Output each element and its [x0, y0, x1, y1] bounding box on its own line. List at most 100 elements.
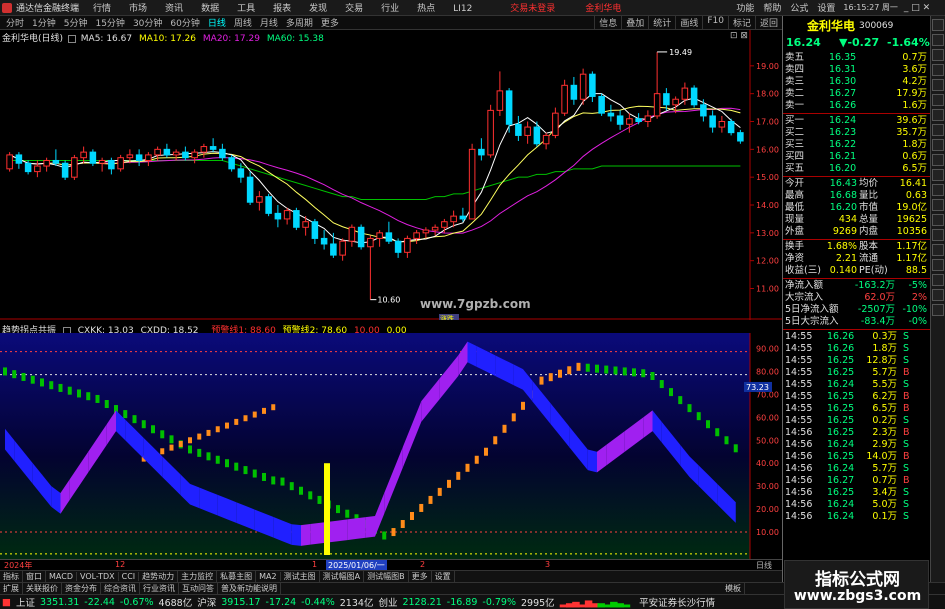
menu-item[interactable]: 交易 [345, 4, 363, 14]
ask-price[interactable]: 16.31 [829, 64, 856, 76]
candle-body[interactable] [644, 115, 652, 123]
candle-body[interactable] [311, 221, 319, 239]
candle-body[interactable] [672, 98, 679, 106]
period-button[interactable]: 5分钟 [62, 16, 90, 29]
ask-price[interactable]: 16.26 [829, 100, 856, 112]
menu-item[interactable]: 数据 [201, 4, 219, 14]
kline-chart[interactable]: 19.00 18.00 17.00 16.00 15.00 14.00 13.00 12.00… [0, 30, 782, 320]
window-controls[interactable]: _ □ ✕ [904, 3, 930, 13]
candle-body[interactable] [626, 118, 633, 125]
candle-body[interactable] [478, 148, 485, 156]
side-icon[interactable] [932, 79, 944, 91]
candle-body[interactable] [496, 90, 504, 111]
period-button[interactable]: 多周期 [284, 16, 315, 29]
candle-body[interactable] [552, 112, 559, 136]
indicator-tab[interactable]: 测试幅图B [364, 571, 409, 582]
indicator-tab[interactable]: 窗口 [23, 571, 46, 582]
candle-body[interactable] [515, 123, 522, 136]
cy-name[interactable]: 创业 [378, 595, 397, 609]
candle-body[interactable] [135, 154, 143, 161]
right-menu-item[interactable]: 功能 [736, 4, 754, 14]
side-icon[interactable] [932, 34, 944, 46]
candle-body[interactable] [246, 176, 254, 203]
candle-body[interactable] [385, 232, 393, 242]
menu-item[interactable]: 报表 [273, 4, 291, 14]
candle-body[interactable] [441, 221, 448, 228]
toolbar-button[interactable]: F10 [702, 16, 728, 29]
period-button[interactable]: 30分钟 [131, 16, 164, 29]
candle-body[interactable] [256, 196, 263, 203]
candle-body[interactable] [145, 154, 152, 161]
candle-body[interactable] [394, 240, 402, 253]
candle-body[interactable] [320, 237, 328, 245]
candle-body[interactable] [589, 73, 596, 97]
candle-body[interactable] [219, 148, 226, 159]
candle-body[interactable] [505, 90, 513, 125]
ask-price[interactable]: 16.35 [829, 52, 856, 64]
toolbar-button[interactable]: 标记 [727, 16, 755, 29]
side-icon[interactable] [932, 169, 944, 181]
candle-body[interactable] [200, 146, 208, 153]
side-icon[interactable] [932, 199, 944, 211]
candle-body[interactable] [339, 240, 346, 256]
bid-price[interactable]: 16.23 [829, 127, 856, 139]
candle-body[interactable] [98, 159, 106, 164]
side-icon[interactable] [932, 304, 944, 316]
candle-body[interactable] [533, 126, 541, 145]
indicator-tab[interactable]: 测试主图 [281, 571, 320, 582]
side-icon[interactable] [932, 229, 944, 241]
candle-body[interactable] [89, 151, 97, 164]
candle-body[interactable] [348, 226, 356, 242]
candle-body[interactable] [61, 162, 69, 178]
side-icon[interactable] [932, 64, 944, 76]
candle-body[interactable] [367, 237, 374, 248]
candle-body[interactable] [154, 148, 161, 156]
indicator-tab[interactable]: MACD [46, 572, 77, 581]
side-icon[interactable] [932, 184, 944, 196]
menu-item[interactable]: 行情 [93, 4, 111, 14]
bid-price[interactable]: 16.20 [829, 163, 856, 175]
candle-body[interactable] [579, 73, 587, 100]
right-menu-item[interactable]: 帮助 [763, 4, 781, 14]
candle-body[interactable] [616, 115, 624, 125]
side-icon[interactable] [932, 94, 944, 106]
candle-body[interactable] [663, 93, 670, 106]
candle-body[interactable] [163, 148, 171, 156]
candle-body[interactable] [6, 154, 13, 170]
side-icon[interactable] [932, 214, 944, 226]
bid-price[interactable]: 16.21 [829, 151, 856, 163]
candle-body[interactable] [24, 162, 32, 173]
app-tab[interactable]: 普及新功能说明 [218, 583, 281, 594]
candle-body[interactable] [468, 148, 476, 220]
ma-toggle-icon[interactable] [67, 34, 76, 43]
period-button[interactable]: 月线 [258, 16, 280, 29]
candle-body[interactable] [561, 84, 568, 114]
candle-body[interactable] [570, 84, 578, 100]
trade-login-warning[interactable]: 交易未登录 [510, 1, 555, 14]
side-icon[interactable] [932, 109, 944, 121]
event-marker[interactable]: 涨跌 [440, 314, 454, 320]
toolbar-button[interactable]: 画线 [675, 16, 702, 29]
candle-body[interactable] [700, 104, 707, 117]
menu-item[interactable]: 发现 [309, 4, 327, 14]
indicator-tab[interactable]: 私募主图 [217, 571, 257, 582]
candle-body[interactable] [487, 109, 494, 156]
indicator-tab[interactable]: VOL-TDX [77, 572, 119, 581]
bid-price[interactable]: 16.22 [829, 139, 856, 151]
candle-body[interactable] [117, 157, 124, 170]
indicator-tab[interactable]: 趋势动力 [139, 571, 179, 582]
candle-body[interactable] [635, 118, 642, 123]
side-icon[interactable] [932, 139, 944, 151]
indicator-tab[interactable]: CCI [119, 572, 140, 581]
candle-body[interactable] [330, 243, 337, 256]
candle-body[interactable] [71, 157, 78, 178]
app-tab[interactable]: 综合资讯 [101, 583, 140, 594]
candle-body[interactable] [607, 112, 615, 117]
candle-body[interactable] [653, 93, 661, 117]
candle-body[interactable] [413, 232, 420, 239]
side-icon[interactable] [932, 244, 944, 256]
candle-body[interactable] [283, 210, 291, 220]
app-tab[interactable]: 互动问答 [179, 583, 218, 594]
toolbar-button[interactable]: 统计 [648, 16, 675, 29]
indicator-tab[interactable]: 指标 [0, 571, 23, 582]
